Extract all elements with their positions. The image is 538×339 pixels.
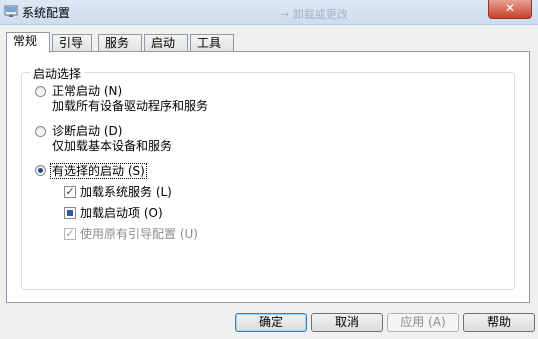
- system-config-icon: [4, 5, 18, 17]
- diagnostic-startup-radio[interactable]: [35, 126, 46, 137]
- tab-services[interactable]: 服务: [98, 34, 142, 51]
- load-system-services-checkbox[interactable]: ✓: [64, 186, 76, 198]
- use-original-boot-config-checkbox: ✓: [64, 228, 76, 240]
- close-icon: ✕: [504, 1, 516, 15]
- startup-selection-group: 启动选择 正常启动 (N) 加载所有设备驱动程序和服务 诊断启动 (D) 仅加载…: [21, 65, 515, 290]
- load-startup-items-label[interactable]: 加载启动项 (O): [80, 206, 163, 220]
- tab-boot[interactable]: 引导: [52, 34, 92, 51]
- apply-button: 应用 (A): [387, 313, 459, 332]
- background-window-text: → 卸载或更改: [280, 8, 348, 21]
- load-system-services-label[interactable]: 加载系统服务 (L): [80, 185, 172, 199]
- ok-button[interactable]: 确定: [235, 313, 307, 332]
- use-original-boot-config-label: 使用原有引导配置 (U): [80, 227, 198, 241]
- cancel-button[interactable]: 取消: [311, 313, 383, 332]
- system-config-window: 系统配置 → 卸载或更改 ✕ 常规 引导 服务 启动 工具 启动选择 正常启动 …: [0, 0, 538, 339]
- diagnostic-startup-desc: 仅加载基本设备和服务: [52, 139, 173, 153]
- normal-startup-label[interactable]: 正常启动 (N): [52, 84, 122, 98]
- selective-startup-label[interactable]: 有选择的启动 (S): [50, 163, 147, 179]
- normal-startup-desc: 加载所有设备驱动程序和服务: [52, 99, 209, 113]
- title-bar[interactable]: 系统配置 → 卸载或更改 ✕: [0, 0, 538, 25]
- tab-general[interactable]: 常规: [6, 32, 50, 53]
- tab-startup[interactable]: 启动: [144, 34, 188, 51]
- normal-startup-radio[interactable]: [35, 86, 46, 97]
- close-button[interactable]: ✕: [488, 0, 532, 19]
- help-button[interactable]: 帮助: [463, 313, 535, 332]
- tab-tools[interactable]: 工具: [190, 34, 234, 51]
- load-startup-items-checkbox[interactable]: [64, 207, 76, 219]
- diagnostic-startup-label[interactable]: 诊断启动 (D): [52, 124, 122, 138]
- checkmark-icon: ✓: [65, 227, 75, 240]
- selective-startup-radio[interactable]: [35, 165, 46, 176]
- window-title: 系统配置: [22, 6, 71, 20]
- group-label: 启动选择: [30, 65, 85, 82]
- general-tab-panel: 启动选择 正常启动 (N) 加载所有设备驱动程序和服务 诊断启动 (D) 仅加载…: [6, 51, 530, 303]
- checkmark-icon: ✓: [65, 185, 75, 198]
